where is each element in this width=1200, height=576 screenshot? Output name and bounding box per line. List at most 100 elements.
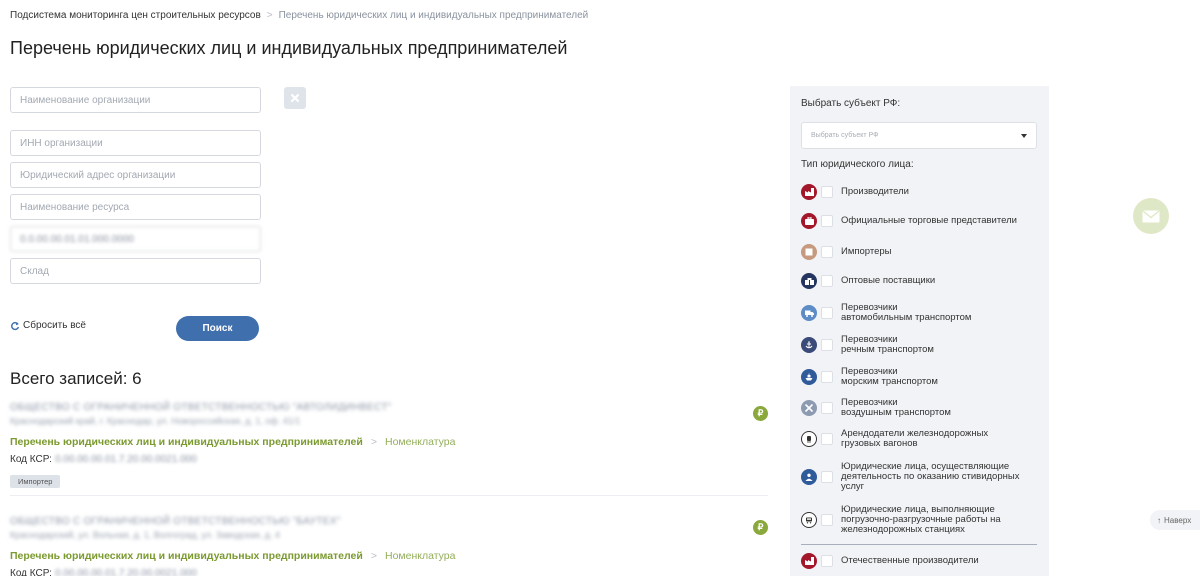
ksr-code: Код КСР: 0.00.00.00.01.7.20.00.0021.000 [10,568,768,576]
entity-type-option[interactable]: Юридические лица, выполняющие погрузочно… [801,505,1041,535]
ship-icon [801,369,817,385]
clear-button[interactable] [284,87,306,109]
entity-type-checkbox[interactable] [821,402,833,414]
entity-type-option-label: Производители [841,186,909,197]
factory-icon [801,184,817,200]
train-icon [801,512,817,528]
record-links: Перечень юридических лиц и индивидуальны… [10,550,768,562]
nomenclature-link[interactable]: Номенклатура [385,550,455,562]
entity-type-option[interactable]: Арендодатели железнодорожных грузовых ва… [801,429,1041,449]
ruble-icon[interactable]: ₽ [753,520,768,535]
entity-type-option-label: Оптовые поставщики [841,275,936,286]
page-title: Перечень юридических лиц и индивидуальны… [10,38,568,58]
registry-link[interactable]: Перечень юридических лиц и индивидуальны… [10,550,363,562]
record-item: ОБЩЕСТВО С ОГРАНИЧЕННОЙ ОТВЕТСТВЕННОСТЬЮ… [10,402,768,489]
ksr-code-label: Код КСР: [10,568,52,576]
region-select[interactable]: Выбрать субъект РФ [801,122,1037,149]
entity-type-option-label: Перевозчики морским транспортом [841,366,938,387]
entity-type-option-label: Юридические лица, осуществляющие деятель… [841,461,1020,492]
entity-type-option-label: Арендодатели железнодорожных грузовых ва… [841,428,989,449]
entity-type-option[interactable]: Официальные торговые представители [801,213,1041,229]
records-total: Всего записей: 6 [10,369,142,388]
breadcrumb: Подсистема мониторинга цен строительных … [10,10,588,21]
ksr-code-value: 0.00.00.00.01.7.20.00.0021.000 [54,568,197,576]
refresh-icon [11,321,20,330]
breadcrumb-root-link[interactable]: Подсистема мониторинга цен строительных … [10,10,261,21]
entity-type-option[interactable]: Производители [801,184,1041,200]
railcar-icon [801,431,817,447]
entity-type-option-label: Официальные торговые представители [841,215,1017,226]
entity-type-checkbox[interactable] [821,246,833,258]
breadcrumb-current: Перечень юридических лиц и индивидуальны… [278,10,589,21]
entity-type-option[interactable]: Перевозчики автомобильным транспортом [801,303,1041,323]
link-separator: > [370,436,377,448]
org-address: Краснодарский край, г. Краснодар, ул. Но… [10,416,301,426]
entity-type-option[interactable]: Оптовые поставщики [801,273,1041,289]
envelope-icon [1142,209,1160,222]
entity-type-checkbox[interactable] [821,514,833,526]
entity-type-checkbox[interactable] [821,275,833,287]
search-button[interactable]: Поиск [176,316,259,341]
entity-type-checkbox[interactable] [821,555,833,567]
scroll-to-top-label: Наверх [1164,515,1192,525]
feedback-button[interactable] [1133,198,1169,234]
entity-type-option[interactable]: Перевозчики речным транспортом [801,335,1041,355]
panel-divider [801,544,1037,545]
entity-type-option[interactable]: Отечественные производители [801,553,1041,569]
scroll-to-top-button[interactable]: ↑ Наверх [1150,510,1200,530]
entity-type-option-label: Отечественные производители [841,555,979,566]
entity-type-option-label: Импортеры [841,246,892,257]
region-label: Выбрать субъект РФ: [801,98,901,109]
org-name[interactable]: ОБЩЕСТВО С ОГРАНИЧЕННОЙ ОТВЕТСТВЕННОСТЬЮ… [10,402,768,413]
org-name-input[interactable] [10,87,261,113]
resource-input[interactable] [10,194,261,220]
record-divider [10,495,768,496]
boxes-icon [801,273,817,289]
entity-type-option[interactable]: Юридические лица, осуществляющие деятель… [801,462,1041,492]
truck-icon [801,305,817,321]
flag-factory-icon [801,553,817,569]
reset-all-link[interactable]: Сбросить всё [10,320,86,331]
ruble-icon[interactable]: ₽ [753,406,768,421]
entity-type-checkbox[interactable] [821,307,833,319]
entity-type-checkbox[interactable] [821,215,833,227]
reset-all-label: Сбросить всё [23,320,86,331]
stevedore-icon [801,469,817,485]
ksr-code: Код КСР: 0.00.00.00.01.7.20.00.0021.000 [10,454,768,465]
entity-type-option[interactable]: Импортеры [801,244,1041,260]
anchor-icon [801,337,817,353]
record-item: ОБЩЕСТВО С ОГРАНИЧЕННОЙ ОТВЕТСТВЕННОСТЬЮ… [10,516,768,576]
org-name[interactable]: ОБЩЕСТВО С ОГРАНИЧЕННОЙ ОТВЕТСТВЕННОСТЬЮ… [10,516,768,527]
entity-type-option-label: Юридические лица, выполняющие погрузочно… [841,504,1001,535]
entity-type-option[interactable]: Перевозчики морским транспортом [801,367,1041,387]
briefcase-icon [801,213,817,229]
region-select-placeholder: Выбрать субъект РФ [811,132,879,139]
ksr-code-label: Код КСР: [10,454,52,465]
arrow-up-icon: ↑ [1157,515,1161,525]
close-icon [290,93,300,103]
entity-type-option-label: Перевозчики воздушным транспортом [841,397,951,418]
entity-type-checkbox[interactable] [821,186,833,198]
entity-type-option[interactable]: Перевозчики воздушным транспортом [801,398,1041,418]
record-links: Перечень юридических лиц и индивидуальны… [10,436,768,448]
filter-panel: Выбрать субъект РФ: Выбрать субъект РФ Т… [790,86,1049,576]
box-icon [801,244,817,260]
ksr-code-value: 0.00.00.00.01.7.20.00.0021.000 [54,454,197,465]
link-separator: > [370,550,377,562]
nomenclature-link[interactable]: Номенклатура [385,436,455,448]
breadcrumb-separator: > [266,10,273,21]
address-input[interactable] [10,162,261,188]
resource-code-input[interactable] [10,226,261,252]
warehouse-input[interactable] [10,258,261,284]
plane-icon [801,400,817,416]
inn-input[interactable] [10,130,261,156]
entity-type-checkbox[interactable] [821,339,833,351]
entity-type-checkbox[interactable] [821,471,833,483]
org-address: Краснодарский, ул. Вольная, д. 1, Волгог… [10,530,280,540]
entity-type-option-label: Перевозчики автомобильным транспортом [841,302,972,323]
chevron-down-icon [1021,133,1027,138]
entity-type-checkbox[interactable] [821,371,833,383]
registry-link[interactable]: Перечень юридических лиц и индивидуальны… [10,436,363,448]
entity-type-checkbox[interactable] [821,433,833,445]
importer-tag: Импортер [10,475,61,488]
